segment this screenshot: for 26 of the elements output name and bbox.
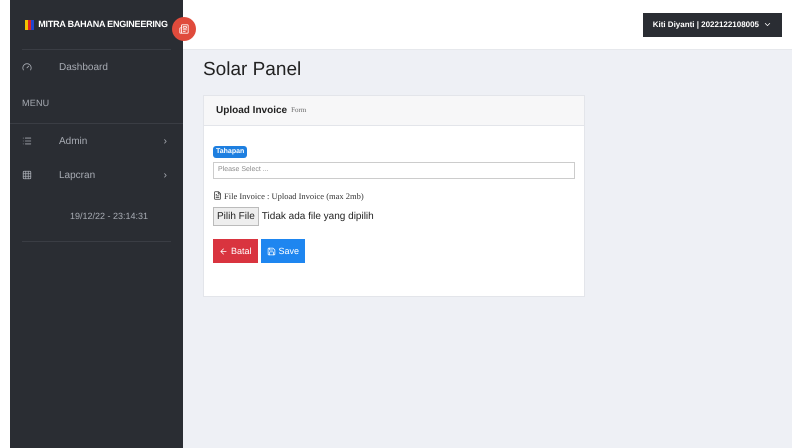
cancel-button[interactable]: Batal: [213, 239, 258, 264]
clock-text: 19/12/22 - 23:14:31: [70, 210, 148, 223]
save-button[interactable]: Save: [260, 239, 306, 264]
card-title: Upload Invoice: [216, 104, 288, 118]
sidebar-item[interactable]: Dashboard: [10, 50, 183, 84]
gauge-icon: [22, 62, 32, 72]
file-status: Tidak ada file yang dipilih: [262, 210, 374, 224]
arrow-left-icon: [219, 246, 228, 256]
newspaper-icon: [179, 24, 189, 34]
page-title: Solar Panel: [203, 58, 302, 82]
file-icon: [213, 191, 222, 200]
file-label: File Invoice : Upload Invoice (max 2mb): [224, 190, 364, 202]
caret-icon: [763, 20, 772, 29]
grid-icon: [22, 170, 32, 180]
choose-file-button[interactable]: Pilih File: [213, 207, 259, 226]
chevron-icon: ›: [164, 168, 167, 182]
user-menu[interactable]: Kiti Diyanti | 2022122108005: [642, 12, 782, 36]
sidebar-item[interactable]: Lapcran ›: [10, 158, 183, 192]
chevron-icon: ›: [164, 134, 167, 148]
sidebar-item[interactable]: Admin ›: [10, 124, 183, 158]
list-icon: [22, 136, 32, 146]
flag-icon: [25, 20, 34, 30]
toggle-button[interactable]: [172, 17, 196, 41]
brand-name: MITRA BAHANA ENGINEERING: [38, 18, 168, 31]
floppy-icon: [266, 246, 276, 256]
menu-header: MENU: [22, 96, 50, 110]
